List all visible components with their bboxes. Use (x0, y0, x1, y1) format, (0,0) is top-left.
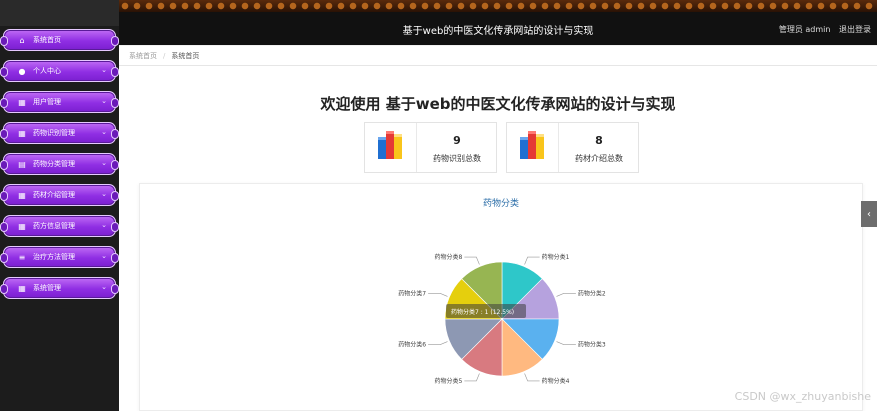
sidebar-item-label: 系统管理 (33, 284, 61, 292)
stat-icon-box (365, 123, 417, 172)
main-content: 欢迎使用 基于web的中医文化传承网站的设计与实现 9 药物识别总数 8 药材介… (119, 66, 877, 411)
stat-card-herbs: 8 药材介绍总数 (506, 122, 639, 173)
sidebar: ⌂ 系统首页 ● 个人中心 ⌄ ▦ 用户管理 ⌄ ▦ 药物识别管理 ⌄ ▤ 药物分类管理 ⌄ ▦ 药材介绍管理… (0, 0, 119, 411)
sidebar-item-label: 药方信息管理 (33, 222, 75, 230)
sidebar-item[interactable]: ▦ 系统管理 ⌄ (0, 277, 119, 299)
breadcrumb-root[interactable]: 系统首页 (129, 51, 157, 61)
chevron-down-icon: ⌄ (101, 66, 107, 74)
grid-icon: ▦ (18, 128, 26, 138)
grid-icon: ▦ (18, 283, 26, 293)
home-icon: ⌂ (19, 35, 25, 45)
sidebar-item-label: 药物分类管理 (33, 160, 75, 168)
label-leader-line (428, 341, 448, 345)
pie-slice-label: 药物分类5 (435, 377, 463, 385)
pie-slice-label: 药物分类7 (398, 289, 426, 297)
header: 基于web的中医文化传承网站的设计与实现 管理员 admin 退出登录 (119, 0, 877, 45)
label-leader-line (556, 293, 576, 297)
bar-chart-icon (378, 131, 402, 159)
label-leader-line (464, 373, 480, 382)
grid-icon: ▦ (18, 221, 26, 231)
chevron-down-icon: ⌄ (101, 283, 107, 291)
stat-value: 8 (595, 134, 603, 147)
welcome-heading: 欢迎使用 基于web的中医文化传承网站的设计与实现 (320, 95, 676, 113)
pie-slice-label: 药物分类3 (578, 341, 606, 349)
header-ornament (119, 0, 877, 12)
logout-link[interactable]: 退出登录 (839, 25, 871, 34)
sidebar-item[interactable]: ▦ 药物识别管理 ⌄ (0, 122, 119, 144)
pie-slice-label: 药物分类8 (435, 253, 463, 261)
sidebar-item-label: 药材介绍管理 (33, 191, 75, 199)
pie-slice-label: 药物分类1 (542, 253, 570, 261)
label-leader-line (524, 373, 540, 382)
pie-slice-label: 药物分类4 (542, 377, 570, 385)
user-icon: ● (18, 66, 26, 76)
chevron-down-icon: ⌄ (101, 128, 107, 136)
bar-chart-icon (520, 131, 544, 159)
breadcrumb: 系统首页 / 系统首页 (119, 46, 877, 66)
chart-tooltip: 药物分类7 : 1 (12.5%) (446, 304, 526, 318)
sidebar-top (0, 0, 119, 26)
sidebar-item[interactable]: ≡ 治疗方法管理 ⌄ (0, 246, 119, 268)
site-title: 基于web的中医文化传承网站的设计与实现 (402, 26, 594, 37)
stat-icon-box (507, 123, 559, 172)
chevron-down-icon: ⌄ (101, 159, 107, 167)
chevron-down-icon: ⌄ (101, 97, 107, 105)
stat-card-recognition: 9 药物识别总数 (364, 122, 497, 173)
label-leader-line (464, 256, 480, 265)
sidebar-item-label: 个人中心 (33, 67, 61, 75)
header-user-area: 管理员 admin 退出登录 (773, 24, 871, 35)
admin-label: 管理员 admin (778, 25, 831, 34)
label-leader-line (524, 256, 540, 265)
tooltip-text: 药物分类7 : 1 (12.5%) (451, 308, 514, 316)
grid-icon: ▦ (18, 97, 26, 107)
sidebar-item-label: 用户管理 (33, 98, 61, 106)
chevron-down-icon: ⌄ (101, 252, 107, 260)
label-leader-line (556, 341, 576, 345)
list-icon: ▤ (18, 159, 26, 169)
stat-label: 药材介绍总数 (575, 154, 623, 163)
pie-slice-label: 药物分类6 (398, 341, 426, 349)
breadcrumb-separator: / (163, 51, 166, 60)
pie-slice-label: 药物分类2 (578, 289, 606, 297)
sidebar-item[interactable]: ▦ 药方信息管理 ⌄ (0, 215, 119, 237)
label-leader-line (428, 293, 448, 297)
sidebar-item-label: 药物识别管理 (33, 129, 75, 137)
sidebar-item[interactable]: ▤ 药物分类管理 ⌄ (0, 153, 119, 175)
grid-icon: ▦ (18, 190, 26, 200)
stat-label: 药物识别总数 (433, 154, 481, 163)
watermark: CSDN @wx_zhuyanbishe (734, 390, 871, 403)
sidebar-item[interactable]: ⌂ 系统首页 (0, 29, 119, 51)
chevron-down-icon: ⌄ (101, 190, 107, 198)
sidebar-item-label: 治疗方法管理 (33, 253, 75, 261)
stat-value: 9 (453, 134, 461, 147)
chevron-left-icon[interactable]: ‹ (861, 201, 877, 227)
sidebar-item[interactable]: ▦ 用户管理 ⌄ (0, 91, 119, 113)
breadcrumb-current: 系统首页 (171, 51, 200, 60)
chevron-down-icon: ⌄ (101, 221, 107, 229)
pie-chart: 药物分类1 药物分类2 药物分类3 药物分类4 药物分类5 药物分类6 药物分类7 药物分类8… (398, 253, 606, 385)
sidebar-item[interactable]: ▦ 药材介绍管理 ⌄ (0, 184, 119, 206)
pie-chart-panel: 药物分类 药物分类1 药物分类2 药物分类3 药物分类4 药物分类5 药物分类6 药物分类7… (139, 183, 863, 411)
sidebar-item-label: 系统首页 (33, 36, 61, 44)
menu-icon: ≡ (18, 252, 26, 262)
sidebar-item[interactable]: ● 个人中心 ⌄ (0, 60, 119, 82)
